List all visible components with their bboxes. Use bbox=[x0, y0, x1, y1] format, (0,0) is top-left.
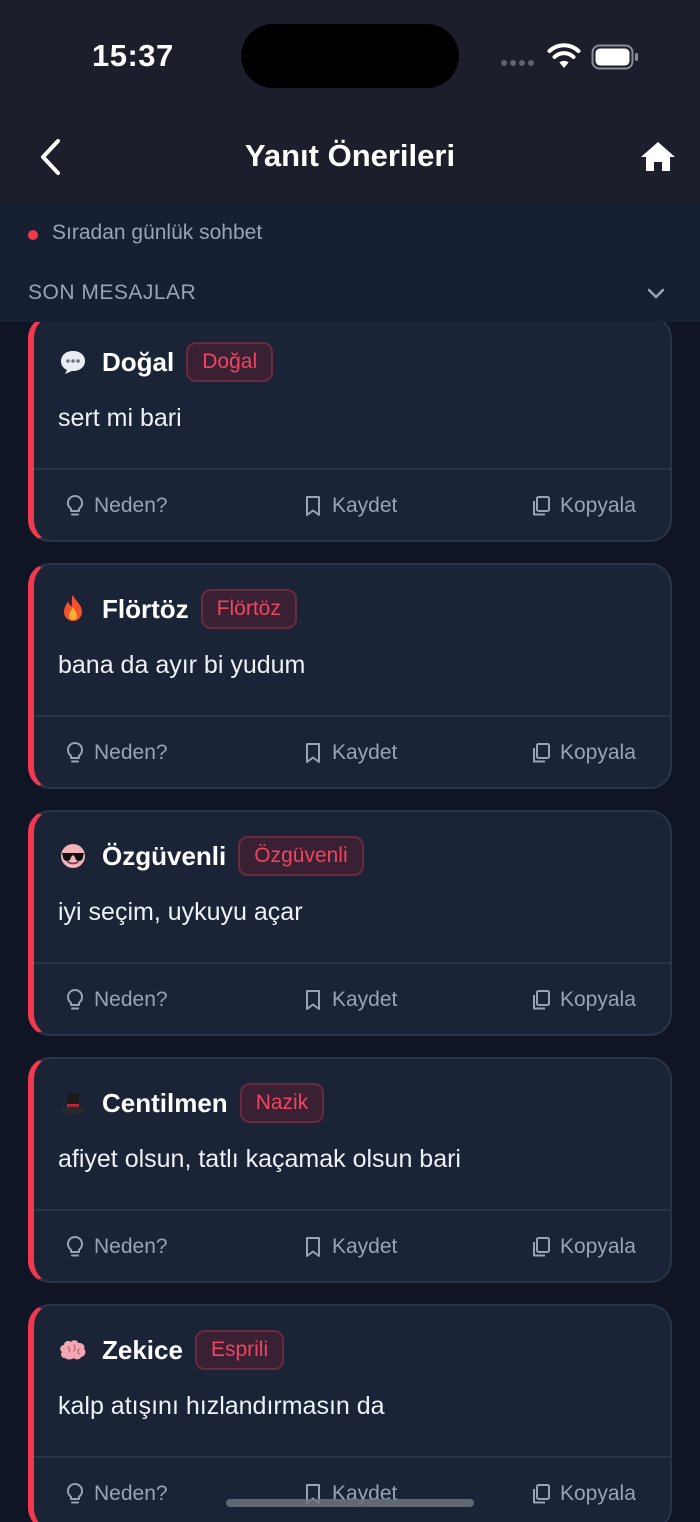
why-label: Neden? bbox=[94, 494, 168, 517]
card-header: Flörtöz Flörtöz bbox=[58, 589, 297, 629]
copy-button[interactable]: Kopyala bbox=[530, 1458, 636, 1522]
copy-label: Kopyala bbox=[560, 1235, 636, 1258]
fire-icon bbox=[58, 594, 88, 624]
card-header: Centilmen Nazik bbox=[58, 1083, 325, 1123]
copy-button[interactable]: Kopyala bbox=[530, 1211, 636, 1281]
context-label: Sıradan günlük sohbet bbox=[52, 221, 263, 244]
page-title: Yanıt Önerileri bbox=[244, 138, 456, 173]
top-bar: 15:37 Yanıt Önerileri bbox=[0, 0, 700, 205]
card-actions: Neden? Kaydet Kopyala bbox=[34, 717, 670, 787]
save-button[interactable]: Kaydet bbox=[302, 1211, 398, 1281]
speech-bubble-icon bbox=[58, 347, 88, 377]
bookmark-icon bbox=[306, 743, 320, 763]
lightbulb-icon bbox=[66, 494, 84, 516]
save-label: Kaydet bbox=[332, 741, 398, 764]
lightbulb-icon bbox=[66, 741, 84, 763]
why-button[interactable]: Neden? bbox=[64, 1211, 168, 1281]
reply-text: kalp atışını hızlandırmasın da bbox=[58, 1392, 385, 1420]
style-tag: Flörtöz bbox=[200, 589, 297, 629]
brain-icon bbox=[58, 1335, 88, 1365]
copy-icon bbox=[533, 743, 550, 763]
save-button[interactable]: Kaydet bbox=[302, 717, 398, 787]
suggestion-card: Özgüvenli Özgüvenli iyi seçim, uykuyu aç… bbox=[28, 810, 672, 1036]
suggestion-card: Doğal Doğal sert mi bari Neden? Kaydet K… bbox=[28, 322, 672, 542]
copy-label: Kopyala bbox=[560, 494, 636, 517]
style-tag: Nazik bbox=[239, 1083, 325, 1123]
wifi-icon bbox=[547, 43, 581, 68]
top-hat-icon bbox=[58, 1088, 88, 1118]
copy-button[interactable]: Kopyala bbox=[530, 717, 636, 787]
sunglasses-face-icon bbox=[58, 841, 88, 871]
copy-icon bbox=[533, 990, 550, 1010]
reply-text: afiyet olsun, tatlı kaçamak olsun bari bbox=[58, 1145, 461, 1173]
screen: 15:37 Yanıt Önerileri Sıradan günlük soh… bbox=[0, 0, 700, 1522]
lightbulb-icon bbox=[66, 988, 84, 1010]
context-indicator-dot bbox=[28, 230, 38, 240]
reply-text: iyi seçim, uykuyu açar bbox=[58, 898, 303, 926]
copy-label: Kopyala bbox=[560, 988, 636, 1011]
reply-text: sert mi bari bbox=[58, 404, 182, 432]
dynamic-island bbox=[241, 24, 459, 88]
why-label: Neden? bbox=[94, 988, 168, 1011]
section-toggle-label[interactable]: SON MESAJLAR bbox=[28, 281, 196, 305]
save-button[interactable]: Kaydet bbox=[302, 1458, 397, 1522]
why-button[interactable]: Neden? bbox=[64, 470, 168, 540]
suggestion-card: Zekice Esprili kalp atışını hızlandırmas… bbox=[28, 1304, 672, 1522]
style-tag: Doğal bbox=[186, 342, 274, 382]
copy-button[interactable]: Kopyala bbox=[530, 470, 636, 540]
suggestion-card: Flörtöz Flörtöz bana da ayır bi yudum Ne… bbox=[28, 563, 672, 789]
battery-icon bbox=[591, 44, 638, 70]
card-header: Zekice Esprili bbox=[58, 1330, 285, 1370]
why-label: Neden? bbox=[94, 741, 168, 764]
save-button[interactable]: Kaydet bbox=[302, 470, 398, 540]
cellular-signal-icon bbox=[501, 60, 534, 66]
style-tag: Esprili bbox=[194, 1330, 285, 1370]
reply-text: bana da ayır bi yudum bbox=[58, 651, 306, 679]
lightbulb-icon bbox=[66, 1235, 84, 1257]
save-label: Kaydet bbox=[332, 1235, 398, 1258]
copy-label: Kopyala bbox=[560, 1482, 636, 1505]
style-name: Flörtöz bbox=[102, 593, 189, 624]
why-label: Neden? bbox=[94, 1235, 168, 1258]
style-name: Doğal bbox=[102, 346, 175, 377]
lightbulb-icon bbox=[66, 1482, 84, 1504]
card-header: Doğal Doğal bbox=[58, 342, 274, 382]
copy-button[interactable]: Kopyala bbox=[530, 964, 636, 1034]
why-label: Neden? bbox=[94, 1482, 168, 1505]
card-header: Özgüvenli Özgüvenli bbox=[58, 836, 364, 876]
why-button[interactable]: Neden? bbox=[64, 964, 168, 1034]
copy-icon bbox=[533, 496, 550, 516]
bookmark-icon bbox=[306, 990, 320, 1010]
copy-icon bbox=[533, 1237, 550, 1257]
home-button[interactable] bbox=[638, 137, 678, 177]
bookmark-icon bbox=[306, 496, 320, 516]
why-button[interactable]: Neden? bbox=[64, 1458, 168, 1522]
home-indicator[interactable] bbox=[226, 1499, 474, 1507]
card-actions: Neden? Kaydet Kopyala bbox=[34, 470, 670, 540]
bookmark-icon bbox=[306, 1237, 320, 1257]
style-name: Zekice bbox=[102, 1334, 183, 1365]
style-name: Centilmen bbox=[102, 1087, 228, 1118]
style-name: Özgüvenli bbox=[102, 840, 227, 871]
suggestion-card: Centilmen Nazik afiyet olsun, tatlı kaça… bbox=[28, 1057, 672, 1283]
why-button[interactable]: Neden? bbox=[64, 717, 168, 787]
status-time: 15:37 bbox=[92, 38, 174, 73]
suggestion-list[interactable]: Doğal Doğal sert mi bari Neden? Kaydet K… bbox=[0, 322, 700, 1522]
card-actions: Neden? Kaydet Kopyala bbox=[34, 1458, 670, 1522]
card-actions: Neden? Kaydet Kopyala bbox=[34, 964, 670, 1034]
chevron-down-icon[interactable] bbox=[644, 282, 668, 304]
card-actions: Neden? Kaydet Kopyala bbox=[34, 1211, 670, 1281]
copy-icon bbox=[533, 1484, 550, 1504]
style-tag: Özgüvenli bbox=[238, 836, 364, 876]
copy-label: Kopyala bbox=[560, 741, 636, 764]
save-label: Kaydet bbox=[332, 494, 398, 517]
save-label: Kaydet bbox=[332, 988, 398, 1011]
save-button[interactable]: Kaydet bbox=[302, 964, 398, 1034]
